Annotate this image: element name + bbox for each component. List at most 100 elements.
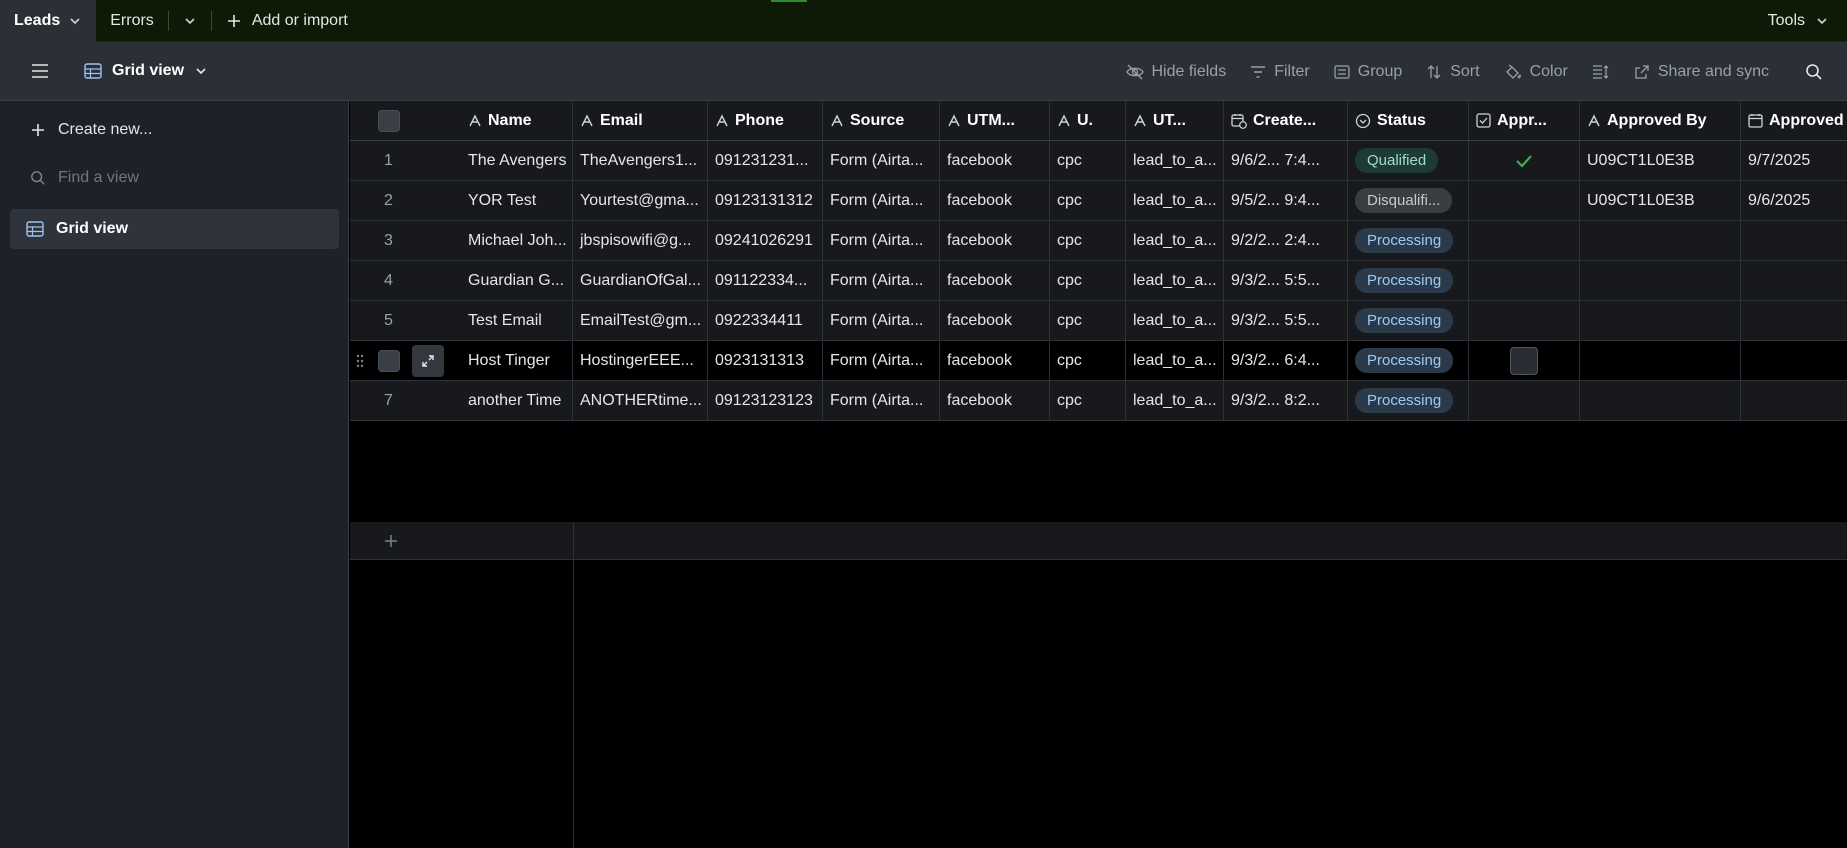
table-row[interactable]: 3 Michael Joh... jbspisowifi@g... 092410262… — [350, 221, 1847, 261]
table-row[interactable]: 7 another Time ANOTHERtime... 09123123123 Fo… — [350, 381, 1847, 421]
cell-utm-campaign[interactable]: lead_to_a... — [1126, 341, 1224, 380]
cell-status[interactable]: Processing — [1348, 341, 1469, 380]
cell-utm-source[interactable]: facebook — [940, 221, 1050, 260]
row-number-cell[interactable]: 5 — [350, 301, 461, 340]
find-view-input[interactable] — [58, 169, 258, 187]
cell-created[interactable]: 9/3/2... 8:2... — [1224, 381, 1348, 420]
cell-utm-medium[interactable]: cpc — [1050, 221, 1126, 260]
cell-approved-date[interactable] — [1741, 381, 1847, 420]
cell-phone[interactable]: 0922334411 — [708, 301, 823, 340]
cell-email[interactable]: Yourtest@gma... — [573, 181, 708, 220]
color-button[interactable]: Color — [1492, 42, 1580, 101]
cell-approved-date[interactable]: 9/7/2025 — [1741, 141, 1847, 180]
cell-source[interactable]: Form (Airta... — [823, 301, 940, 340]
cell-approved[interactable] — [1469, 381, 1580, 420]
share-and-sync-button[interactable]: Share and sync — [1622, 42, 1781, 101]
tab-leads[interactable]: Leads — [0, 0, 97, 42]
cell-approved-date[interactable] — [1741, 261, 1847, 300]
cell-created[interactable]: 9/2/2... 2:4... — [1224, 221, 1348, 260]
column-header-utm-campaign[interactable]: UT... — [1126, 101, 1224, 140]
cell-utm-source[interactable]: facebook — [940, 141, 1050, 180]
cell-approved-by[interactable] — [1580, 341, 1741, 380]
tab-errors[interactable]: Errors — [96, 0, 168, 42]
hide-fields-button[interactable]: Hide fields — [1114, 42, 1239, 101]
row-height-button[interactable] — [1580, 42, 1622, 101]
cell-approved-by[interactable] — [1580, 261, 1741, 300]
row-checkbox[interactable] — [378, 349, 400, 372]
cell-utm-source[interactable]: facebook — [940, 301, 1050, 340]
select-all-cell[interactable] — [350, 101, 461, 140]
column-header-source[interactable]: Source — [823, 101, 940, 140]
cell-status[interactable]: Processing — [1348, 301, 1469, 340]
cell-utm-medium[interactable]: cpc — [1050, 341, 1126, 380]
filter-button[interactable]: Filter — [1238, 42, 1322, 101]
approved-checkbox[interactable] — [1510, 346, 1538, 375]
drag-handle-icon[interactable] — [356, 354, 364, 368]
cell-created[interactable]: 9/5/2... 9:4... — [1224, 181, 1348, 220]
cell-email[interactable]: jbspisowifi@g... — [573, 221, 708, 260]
cell-approved-by[interactable] — [1580, 301, 1741, 340]
cell-created[interactable]: 9/3/2... 5:5... — [1224, 261, 1348, 300]
search-button[interactable] — [1781, 42, 1847, 101]
cell-approved-date[interactable] — [1741, 341, 1847, 380]
cell-name[interactable]: another Time — [461, 381, 573, 420]
cell-utm-medium[interactable]: cpc — [1050, 141, 1126, 180]
column-header-email[interactable]: Email — [573, 101, 708, 140]
cell-status[interactable]: Processing — [1348, 261, 1469, 300]
cell-source[interactable]: Form (Airta... — [823, 381, 940, 420]
cell-source[interactable]: Form (Airta... — [823, 181, 940, 220]
cell-utm-campaign[interactable]: lead_to_a... — [1126, 141, 1224, 180]
row-number-cell[interactable]: 3 — [350, 221, 461, 260]
cell-source[interactable]: Form (Airta... — [823, 261, 940, 300]
table-row[interactable]: 2 YOR Test Yourtest@gma... 09123131312 Form … — [350, 181, 1847, 221]
column-header-phone[interactable]: Phone — [708, 101, 823, 140]
cell-name[interactable]: The Avengers — [461, 141, 573, 180]
cell-created[interactable]: 9/3/2... 6:4... — [1224, 341, 1348, 380]
group-button[interactable]: Group — [1322, 42, 1414, 101]
cell-email[interactable]: HostingerEEE... — [573, 341, 708, 380]
table-row[interactable]: 5 Test Email EmailTest@gm... 0922334411 Form… — [350, 301, 1847, 341]
cell-utm-medium[interactable]: cpc — [1050, 261, 1126, 300]
cell-utm-campaign[interactable]: lead_to_a... — [1126, 261, 1224, 300]
row-number-cell[interactable]: 2 — [350, 181, 461, 220]
sort-button[interactable]: Sort — [1414, 42, 1491, 101]
cell-phone[interactable]: 091122334... — [708, 261, 823, 300]
cell-name[interactable]: YOR Test — [461, 181, 573, 220]
column-header-approved-date[interactable]: Approved — [1741, 101, 1847, 140]
row-number-cell[interactable]: 1 — [350, 141, 461, 180]
cell-phone[interactable]: 0923131313 — [708, 341, 823, 380]
select-all-checkbox[interactable] — [377, 109, 400, 132]
cell-phone[interactable]: 09241026291 — [708, 221, 823, 260]
cell-approved-by[interactable] — [1580, 381, 1741, 420]
cell-utm-campaign[interactable]: lead_to_a... — [1126, 221, 1224, 260]
cell-utm-campaign[interactable]: lead_to_a... — [1126, 181, 1224, 220]
add-or-import-button[interactable]: Add or import — [212, 0, 362, 42]
cell-phone[interactable]: 09123131312 — [708, 181, 823, 220]
sidebar-item-grid-view[interactable]: Grid view — [10, 209, 339, 249]
more-tables-dropdown[interactable] — [169, 0, 211, 42]
cell-utm-medium[interactable]: cpc — [1050, 301, 1126, 340]
tools-menu[interactable]: Tools — [1768, 0, 1829, 42]
cell-approved[interactable] — [1469, 221, 1580, 260]
cell-status[interactable]: Qualified — [1348, 141, 1469, 180]
cell-approved-by[interactable] — [1580, 221, 1741, 260]
column-header-utm-source[interactable]: UTM... — [940, 101, 1050, 140]
cell-source[interactable]: Form (Airta... — [823, 341, 940, 380]
cell-approved-date[interactable] — [1741, 301, 1847, 340]
cell-name[interactable]: Host Tinger — [461, 341, 573, 380]
cell-status[interactable]: Processing — [1348, 381, 1469, 420]
cell-name[interactable]: Test Email — [461, 301, 573, 340]
cell-utm-source[interactable]: facebook — [940, 261, 1050, 300]
expand-record-button[interactable] — [412, 344, 444, 377]
cell-utm-source[interactable]: facebook — [940, 341, 1050, 380]
column-header-utm-medium[interactable]: U. — [1050, 101, 1126, 140]
column-header-approved[interactable]: Appr... — [1469, 101, 1580, 140]
cell-approved-date[interactable] — [1741, 221, 1847, 260]
cell-source[interactable]: Form (Airta... — [823, 141, 940, 180]
create-new-view-button[interactable]: Create new... — [30, 121, 152, 139]
cell-phone[interactable]: 09123123123 — [708, 381, 823, 420]
cell-utm-source[interactable]: facebook — [940, 181, 1050, 220]
table-row[interactable]: Host Tinger HostingerEEE... 0923131313 Form… — [350, 341, 1847, 381]
row-number-cell[interactable] — [350, 341, 461, 380]
cell-approved[interactable] — [1469, 181, 1580, 220]
